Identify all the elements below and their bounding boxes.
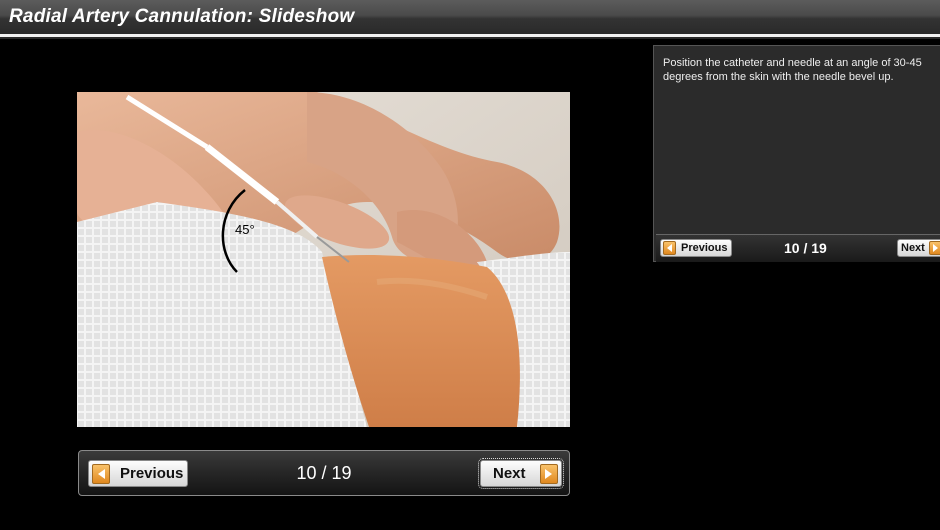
next-button-label: Next bbox=[493, 465, 526, 482]
side-previous-button[interactable]: Previous bbox=[660, 239, 732, 257]
side-previous-label: Previous bbox=[681, 242, 728, 254]
angle-label: 45° bbox=[235, 222, 255, 237]
side-previous-arrow-icon bbox=[663, 241, 676, 255]
next-button[interactable]: Next bbox=[478, 458, 564, 489]
next-arrow-icon bbox=[539, 463, 558, 484]
slide-caption: Position the catheter and needle at an a… bbox=[663, 57, 922, 83]
page-title: Radial Artery Cannulation: Slideshow bbox=[9, 6, 355, 27]
side-slide-counter: 10 / 19 bbox=[784, 240, 827, 256]
slideshow-nav-bar: Previous 10 / 19 Next bbox=[78, 450, 570, 496]
side-next-label: Next bbox=[901, 242, 925, 254]
caption-nav-bar: Previous 10 / 19 Next bbox=[656, 234, 940, 262]
title-bar: Radial Artery Cannulation: Slideshow bbox=[0, 0, 940, 34]
caption-panel: Position the catheter and needle at an a… bbox=[653, 45, 940, 262]
title-divider-shadow bbox=[0, 37, 940, 39]
side-next-arrow-icon bbox=[928, 241, 940, 255]
slide-image: 45° bbox=[77, 92, 570, 427]
side-next-button[interactable]: Next bbox=[897, 239, 940, 257]
